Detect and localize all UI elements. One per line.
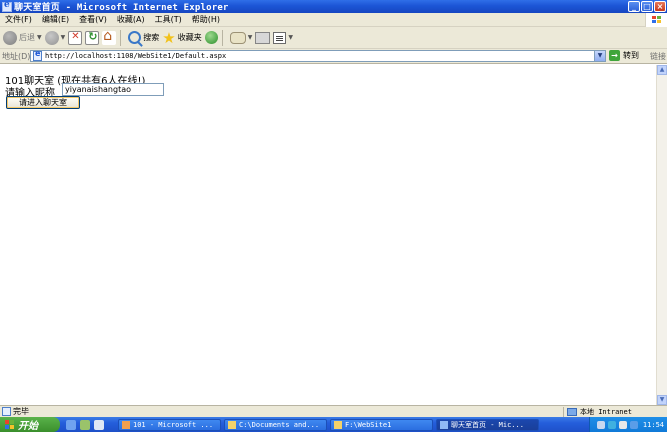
security-zone: 本地 Intranet [563, 407, 632, 417]
menu-view[interactable]: 查看(V) [74, 14, 112, 25]
system-tray: 11:54 [589, 417, 667, 432]
folder-icon [228, 420, 236, 429]
address-bar: 地址(D) http://localhost:1108/WebSite1/Def… [0, 49, 667, 64]
page-icon [33, 49, 42, 61]
nickname-input[interactable] [62, 83, 164, 96]
task-item[interactable]: 聊天室首页 - Mic... [436, 418, 539, 431]
media-button[interactable] [204, 29, 218, 47]
windows-flag-icon [5, 420, 14, 429]
forward-button[interactable]: ▼ [44, 29, 66, 47]
title-bar: 聊天室首页 - Microsoft Internet Explorer _ □ … [0, 0, 667, 13]
maximize-button[interactable]: □ [641, 1, 653, 12]
ie-icon [2, 0, 12, 12]
menu-file[interactable]: 文件(F) [0, 14, 37, 25]
network-icon[interactable] [596, 420, 605, 429]
refresh-icon [85, 30, 100, 45]
help-icon[interactable] [607, 420, 616, 429]
menu-help[interactable]: 帮助(H) [187, 14, 225, 25]
print-button[interactable] [255, 29, 271, 47]
scroll-up-icon[interactable]: ▲ [657, 65, 667, 75]
quick-launch [66, 419, 114, 430]
home-icon [102, 28, 117, 45]
go-label: 转到 [623, 51, 639, 60]
address-url[interactable]: http://localhost:1108/WebSite1/Default.a… [45, 52, 226, 60]
chevron-down-icon[interactable]: ▼ [61, 34, 66, 41]
favorites-button[interactable]: ★ 收藏夹 [162, 29, 201, 47]
chevron-down-icon[interactable]: ▼ [37, 34, 42, 41]
media-icon [204, 31, 218, 44]
printer-icon [255, 31, 271, 44]
home-button[interactable] [102, 28, 117, 47]
visual-studio-icon [122, 420, 130, 429]
stop-icon [68, 30, 83, 45]
forward-arrow-icon [44, 30, 59, 45]
menu-bar: 文件(F) 编辑(E) 查看(V) 收藏(A) 工具(T) 帮助(H) [0, 13, 667, 27]
scroll-down-icon[interactable]: ▼ [657, 395, 667, 405]
back-button[interactable]: 后退 ▼ [3, 29, 42, 47]
zone-label: 本地 Intranet [580, 408, 632, 416]
enter-chatroom-button[interactable]: 请进入聊天室 [6, 96, 80, 109]
window-controls: _ □ × [628, 1, 666, 12]
clock: 11:54 [642, 420, 664, 429]
links-button[interactable]: 链接 [650, 51, 666, 62]
address-dropdown-icon[interactable]: ▼ [594, 51, 605, 61]
vertical-scrollbar[interactable]: ▲ ▼ [656, 65, 667, 405]
search-label: 搜索 [143, 33, 160, 42]
menu-favorites[interactable]: 收藏(A) [112, 14, 150, 25]
taskbar: 开始 101 - Microsoft ... C:\Documents and.… [0, 417, 667, 432]
desktop-quicklaunch-icon[interactable] [94, 419, 104, 430]
folder-icon [334, 420, 342, 429]
address-label: 地址(D) [2, 51, 31, 61]
task-label: 聊天室首页 - Mic... [451, 420, 524, 429]
intranet-icon [567, 408, 577, 416]
close-button[interactable]: × [654, 1, 666, 12]
minimize-button[interactable]: _ [628, 1, 640, 12]
task-item[interactable]: F:\WebSite1 [330, 418, 433, 431]
start-button[interactable]: 开始 [0, 417, 60, 432]
menu-edit[interactable]: 编辑(E) [37, 14, 74, 25]
back-label: 后退 [19, 33, 35, 42]
toolbar-divider [120, 29, 122, 46]
chevron-down-icon[interactable]: ▼ [288, 34, 293, 41]
chevron-down-icon[interactable]: ▼ [248, 34, 253, 41]
window-title: 聊天室首页 - Microsoft Internet Explorer [14, 3, 229, 13]
menu-tools[interactable]: 工具(T) [150, 14, 187, 25]
search-icon [128, 31, 142, 44]
start-label: 开始 [18, 421, 38, 432]
task-item[interactable]: C:\Documents and... [224, 418, 327, 431]
task-label: F:\WebSite1 [345, 420, 392, 429]
media-quicklaunch-icon[interactable] [80, 419, 90, 430]
edit-page-icon [273, 31, 287, 44]
refresh-button[interactable] [85, 29, 100, 47]
go-button[interactable]: → 转到 [609, 50, 639, 61]
toolbar-divider [221, 29, 223, 46]
toolbar: 后退 ▼ ▼ 搜索 ★ 收藏夹 ▼ ▼ [0, 27, 667, 49]
stop-button[interactable] [68, 29, 83, 47]
mail-button[interactable]: ▼ [229, 29, 253, 47]
page-content: 101聊天室 (现在共有6人在线!) 请输入昵称 请进入聊天室 [0, 65, 656, 405]
ie-quicklaunch-icon[interactable] [66, 419, 76, 430]
im-icon[interactable] [629, 420, 638, 429]
search-button[interactable]: 搜索 [128, 29, 159, 47]
task-item[interactable]: 101 - Microsoft ... [118, 418, 221, 431]
mail-icon [229, 31, 246, 44]
favorites-label: 收藏夹 [177, 33, 202, 42]
status-text: 完毕 [13, 407, 29, 416]
task-list: 101 - Microsoft ... C:\Documents and... … [118, 418, 539, 431]
windows-logo-icon [645, 13, 667, 27]
go-arrow-icon: → [609, 50, 620, 61]
address-input[interactable]: http://localhost:1108/WebSite1/Default.a… [30, 49, 606, 62]
volume-icon[interactable] [618, 420, 627, 429]
edit-button[interactable]: ▼ [273, 29, 293, 47]
star-icon: ★ [162, 28, 176, 47]
page-done-icon [2, 407, 11, 416]
task-label: C:\Documents and... [239, 420, 320, 429]
ie-icon [440, 420, 448, 429]
status-bar: 完毕 本地 Intranet [0, 405, 667, 417]
back-arrow-icon [3, 30, 17, 45]
task-label: 101 - Microsoft ... [133, 420, 214, 429]
